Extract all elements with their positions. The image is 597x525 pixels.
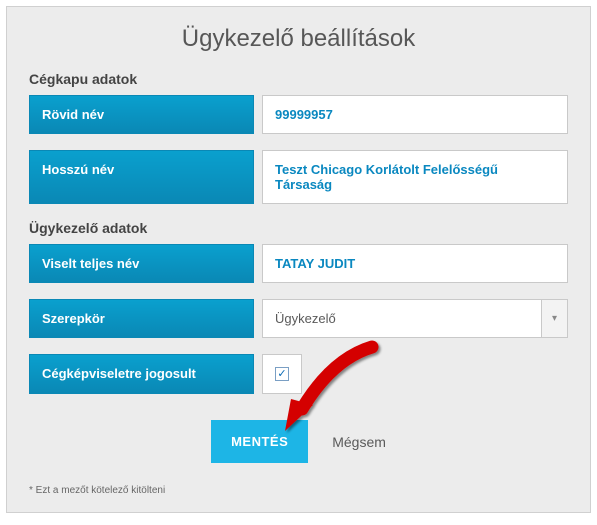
chevron-down-icon: ▾ bbox=[542, 299, 568, 338]
row-representative: Cégképviseletre jogosult ✓ bbox=[29, 354, 568, 394]
cancel-button[interactable]: Mégsem bbox=[332, 434, 386, 450]
label-short-name: Rövid név bbox=[29, 95, 254, 134]
label-role: Szerepkör bbox=[29, 299, 254, 338]
row-full-name: Viselt teljes név TATAY JUDIT bbox=[29, 244, 568, 283]
action-bar: MENTÉS Mégsem bbox=[29, 420, 568, 463]
row-long-name: Hosszú név Teszt Chicago Korlátolt Felel… bbox=[29, 150, 568, 204]
section-heading-agent: Ügykezelő adatok bbox=[29, 220, 568, 236]
page-title: Ügykezelő beállítások bbox=[29, 25, 568, 53]
section-heading-company: Cégkapu adatok bbox=[29, 71, 568, 87]
role-select-value: Ügykezelő bbox=[262, 299, 542, 338]
role-select[interactable]: Ügykezelő ▾ bbox=[262, 299, 568, 338]
label-representative: Cégképviseletre jogosult bbox=[29, 354, 254, 394]
label-long-name: Hosszú név bbox=[29, 150, 254, 204]
representative-checkbox[interactable]: ✓ bbox=[275, 367, 289, 381]
check-icon: ✓ bbox=[277, 369, 286, 380]
representative-checkbox-cell[interactable]: ✓ bbox=[262, 354, 302, 394]
label-full-name: Viselt teljes név bbox=[29, 244, 254, 283]
required-footnote: * Ezt a mezőt kötelező kitölteni bbox=[29, 485, 568, 496]
value-short-name: 99999957 bbox=[262, 95, 568, 134]
row-short-name: Rövid név 99999957 bbox=[29, 95, 568, 134]
value-full-name: TATAY JUDIT bbox=[262, 244, 568, 283]
settings-panel: Ügykezelő beállítások Cégkapu adatok Röv… bbox=[6, 6, 591, 513]
save-button[interactable]: MENTÉS bbox=[211, 420, 308, 463]
value-long-name: Teszt Chicago Korlátolt Felelősségű Társ… bbox=[262, 150, 568, 204]
row-role: Szerepkör Ügykezelő ▾ bbox=[29, 299, 568, 338]
